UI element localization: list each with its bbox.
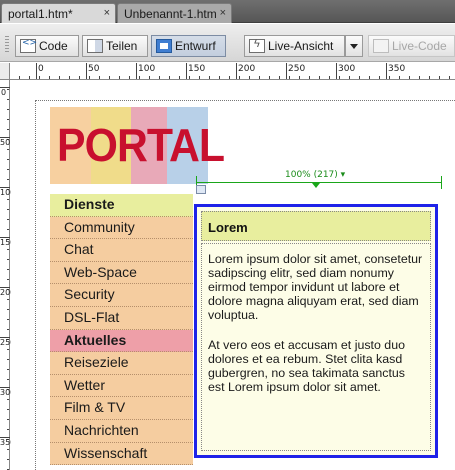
ruler-label: 200 (0, 288, 16, 297)
design-view-button[interactable]: Entwurf (151, 35, 226, 57)
design-canvas[interactable]: PORTAL Dienste Community Chat Web-Space Secu… (11, 81, 455, 470)
nav-link[interactable]: Chat (50, 239, 193, 262)
tab-label: Unbenannt-1.htm (124, 7, 217, 21)
design-icon (156, 39, 172, 53)
ruler-label: 350 (0, 438, 16, 447)
ruler-label: 250 (288, 64, 306, 74)
code-view-label: Code (39, 39, 68, 53)
tab-portal1[interactable]: portal1.htm* × (1, 3, 116, 23)
nav-link[interactable]: Wissenschaft (50, 442, 193, 466)
ruler-label: 0 (38, 64, 44, 74)
page-guide-left (35, 100, 36, 470)
live-view-label: Live-Ansicht (268, 39, 334, 53)
nav-link[interactable]: Film & TV (50, 397, 193, 420)
content-heading: Lorem (201, 211, 431, 241)
nav-section-heading[interactable]: Aktuelles (50, 329, 193, 353)
width-indicator-label[interactable]: 100% (217) ▾ (282, 170, 349, 180)
split-view-label: Teilen (106, 39, 138, 53)
design-view-label: Entwurf (175, 39, 216, 53)
selected-content-box[interactable]: Lorem Lorem ipsum dolor sit amet, conset… (194, 204, 438, 458)
ruler-label: 200 (238, 64, 256, 74)
ruler-label: 150 (188, 64, 206, 74)
content-body[interactable]: Lorem ipsum dolor sit amet, consetetur s… (201, 243, 431, 451)
ruler-corner[interactable] (0, 63, 10, 80)
ruler-label: 300 (0, 388, 16, 397)
nav-section-heading[interactable]: Dienste (50, 194, 193, 217)
document-tab-bar: portal1.htm* × Unbenannt-1.htm × (0, 0, 455, 23)
content-paragraph-1: Lorem ipsum dolor sit amet, consetetur s… (208, 252, 423, 322)
ruler-label: 50 (88, 64, 100, 74)
split-icon (87, 39, 103, 53)
ruler-label: 50 (0, 138, 11, 147)
code-icon (20, 38, 37, 53)
live-code-icon (373, 39, 389, 53)
nav-link[interactable]: Web-Space (50, 261, 193, 285)
document-toolbar: Code Teilen Entwurf Live-Ansicht Live-Co… (0, 24, 455, 62)
ruler-label: 350 (388, 64, 406, 74)
ruler-label: 250 (0, 338, 16, 347)
chevron-down-icon (312, 183, 320, 188)
vertical-ruler[interactable]: 0 50 100 150 200 250 300 350 (0, 80, 16, 470)
close-icon[interactable]: × (220, 7, 226, 19)
portal-logo[interactable]: PORTAL (50, 107, 225, 184)
ruler-label: 150 (0, 238, 16, 247)
table-handle-icon[interactable] (196, 185, 206, 194)
live-code-label: Live-Code (392, 39, 447, 53)
tab-label: portal1.htm* (8, 7, 73, 21)
ruler-label: 300 (338, 64, 356, 74)
nav-link[interactable]: DSL-Flat (50, 306, 193, 330)
horizontal-ruler[interactable]: 0 50 100 150 200 250 300 350 (10, 63, 455, 80)
nav-link[interactable]: Wetter (50, 374, 193, 398)
navigation-list: Dienste Community Chat Web-Space Security DSL… (50, 194, 193, 466)
live-code-button[interactable]: Live-Code (368, 35, 455, 57)
live-view-dropdown-button[interactable] (345, 35, 363, 57)
nav-link[interactable]: Security (50, 284, 193, 307)
logo-text: PORTAL (57, 119, 225, 171)
live-view-button[interactable]: Live-Ansicht (244, 35, 345, 57)
content-paragraph-2: At vero eos et accusam et justo duo dolo… (208, 338, 405, 394)
width-guide-right-end (441, 176, 442, 189)
nav-link[interactable]: Reiseziele (50, 352, 193, 375)
tab-unbenannt-1[interactable]: Unbenannt-1.htm × (117, 3, 232, 23)
ruler-label: 100 (138, 64, 156, 74)
toolbar-grip[interactable] (5, 36, 9, 52)
ruler-label: 100 (0, 188, 16, 197)
live-view-icon (249, 38, 265, 53)
code-view-button[interactable]: Code (15, 35, 79, 57)
width-indicator[interactable]: 100% (217) ▾ (196, 170, 442, 194)
nav-link[interactable]: Nachrichten (50, 419, 193, 443)
ruler-label: 0 (0, 88, 7, 97)
close-icon[interactable]: × (104, 7, 110, 19)
page-guide-top (35, 100, 455, 101)
nav-link[interactable]: Community (50, 216, 193, 240)
split-view-button[interactable]: Teilen (82, 35, 148, 57)
